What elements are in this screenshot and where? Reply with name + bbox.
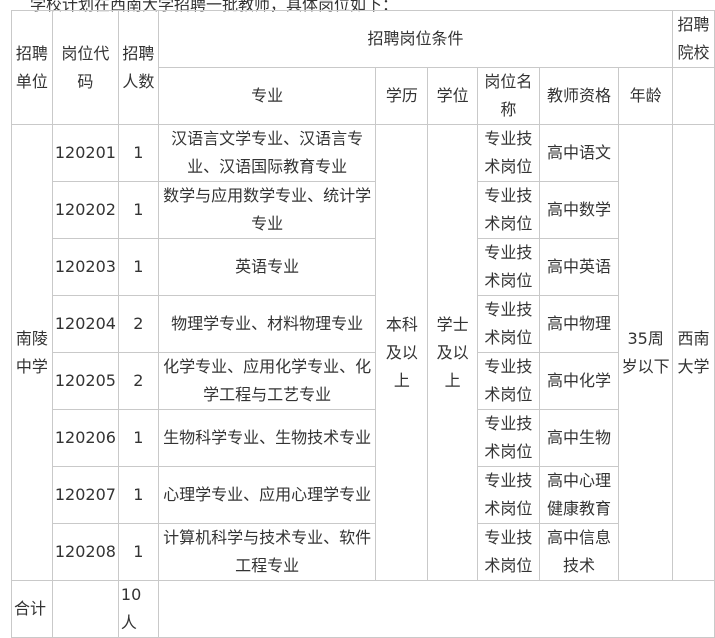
header-education: 学历 (375, 67, 429, 125)
header-code: 岗位代码 (51, 10, 119, 125)
header-age: 年龄 (618, 67, 674, 125)
major-cell: 心理学专业、应用心理学专业 (157, 466, 377, 524)
position-cell: 专业技术岗位 (477, 466, 540, 524)
header-qualification: 教师资格 (538, 67, 620, 125)
table-row: 120204 2 物理学专业、材料物理专业 专业技术岗位 高中物理 (12, 295, 715, 353)
qualification-cell: 高中心理健康教育 (538, 466, 620, 524)
header-position: 岗位名称 (477, 67, 540, 125)
table-row: 南陵中学 120201 1 汉语言文学专业、汉语言专业、汉语国际教育专业 本科及以上 学士… (11, 124, 715, 581)
table-row: 120208 1 计算机科学与技术专业、软件工程专业 专业技术岗位 高中信息技术 (12, 523, 715, 581)
count-cell: 1 (117, 124, 159, 182)
major-cell: 化学专业、应用化学专业、化学工程与工艺专业 (157, 352, 377, 410)
major-cell: 计算机科学与技术专业、软件工程专业 (157, 523, 377, 581)
unit-cell: 南陵中学 (11, 124, 53, 581)
qualification-cell: 高中化学 (538, 352, 620, 410)
position-cell: 专业技术岗位 (477, 238, 540, 296)
count-cell: 2 (117, 352, 159, 410)
table-row: 120207 1 心理学专业、应用心理学专业 专业技术岗位 高中心理健康教育 (12, 466, 715, 524)
code-cell: 120208 (51, 523, 119, 581)
code-cell: 120205 (51, 352, 119, 410)
code-cell: 120201 (51, 124, 119, 182)
header-unit: 招聘单位 (11, 10, 53, 125)
count-cell: 1 (117, 523, 159, 581)
qualification-cell: 高中生物 (538, 409, 620, 467)
major-cell: 数学与应用数学专业、统计学专业 (157, 181, 377, 239)
count-cell: 1 (117, 409, 159, 467)
header-degree: 学位 (427, 67, 479, 125)
qualification-cell: 高中数学 (538, 181, 620, 239)
position-cell: 专业技术岗位 (477, 295, 540, 353)
table-row: 120203 1 英语专业 专业技术岗位 高中英语 (12, 238, 715, 296)
code-cell: 120202 (51, 181, 119, 239)
table-row: 120205 2 化学专业、应用化学专业、化学工程与工艺专业 专业技术岗位 高中化学 (12, 352, 715, 410)
qualification-cell: 高中物理 (538, 295, 620, 353)
table-row: 120206 1 生物科学专业、生物技术专业 专业技术岗位 高中生物 (12, 409, 715, 467)
count-cell: 1 (117, 466, 159, 524)
total-row: 合计 10人 (11, 580, 715, 638)
qualification-cell: 高中信息技术 (538, 523, 620, 581)
total-label: 合计 (11, 580, 53, 638)
header-school-blank (672, 67, 715, 125)
total-tail (157, 580, 715, 638)
header-school: 招聘院校 (672, 10, 715, 68)
table-row: 120202 1 数学与应用数学专业、统计学专业 专业技术岗位 高中数学 (12, 181, 715, 239)
major-cell: 物理学专业、材料物理专业 (157, 295, 377, 353)
code-cell: 120203 (51, 238, 119, 296)
major-cell: 英语专业 (157, 238, 377, 296)
position-cell: 专业技术岗位 (477, 409, 540, 467)
header-major: 专业 (157, 67, 377, 125)
major-cell: 生物科学专业、生物技术专业 (157, 409, 377, 467)
code-cell: 120207 (51, 466, 119, 524)
position-cell: 专业技术岗位 (477, 352, 540, 410)
position-cell: 专业技术岗位 (477, 181, 540, 239)
count-cell: 1 (117, 238, 159, 296)
degree-cell: 学士及以上 (427, 124, 479, 581)
code-cell: 120206 (51, 409, 119, 467)
qualification-cell: 高中语文 (538, 124, 620, 182)
header-count: 招聘人数 (117, 10, 159, 125)
major-cell: 汉语言文学专业、汉语言专业、汉语国际教育专业 (157, 124, 377, 182)
position-cell: 专业技术岗位 (477, 124, 540, 182)
count-cell: 1 (117, 181, 159, 239)
count-cell: 2 (117, 295, 159, 353)
code-cell: 120204 (51, 295, 119, 353)
qualification-cell: 高中英语 (538, 238, 620, 296)
total-count: 10人 (117, 580, 159, 638)
total-blank (51, 580, 119, 638)
position-cell: 专业技术岗位 (477, 523, 540, 581)
header-conditions: 招聘岗位条件 (157, 10, 674, 68)
education-cell: 本科及以上 (375, 124, 429, 581)
age-cell: 35周岁以下 (618, 124, 674, 581)
school-cell: 西南大学 (672, 124, 715, 581)
recruitment-table: 招聘单位 岗位代码 招聘人数 招聘岗位条件 招聘院校 专业 学历 学位 岗位名称… (11, 10, 715, 638)
